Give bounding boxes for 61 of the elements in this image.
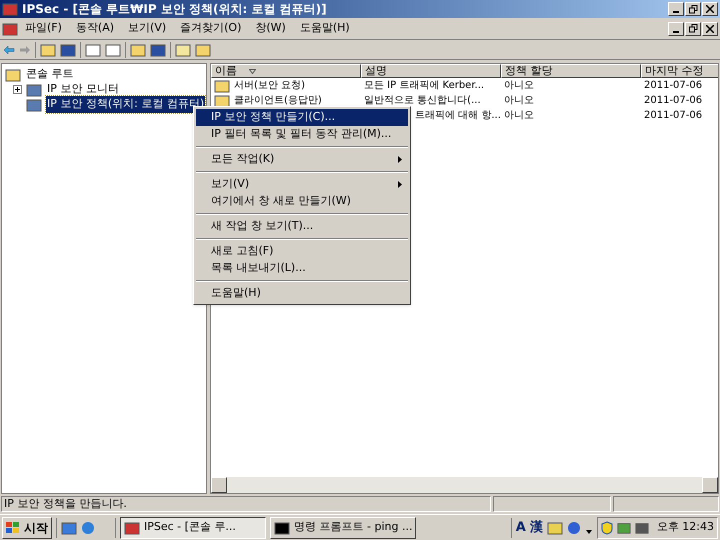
table-cell-text: 2011-07-06 <box>644 109 702 123</box>
close-icon <box>706 5 714 13</box>
ime-indicator[interactable]: A <box>516 518 526 538</box>
tree-item[interactable]: 콘솔 루트 <box>25 66 74 83</box>
minimize-icon <box>673 11 679 13</box>
taskbar-button[interactable]: IPSec - [콘솔 루... <box>120 516 266 538</box>
table-cell-text: 일반적으로 통신합니다(... <box>364 94 481 108</box>
table-cell-text: 아니오 <box>504 94 534 108</box>
horizontal-scrollbar[interactable] <box>211 477 718 493</box>
context-menu-item[interactable]: IP 보안 정책 만들기(C)... <box>196 109 408 126</box>
menu-item[interactable]: 보기(V) <box>121 20 174 37</box>
table-cell-text: 클라이언트(응답만) <box>234 94 322 108</box>
menu-item[interactable]: 도움말(H) <box>292 20 357 37</box>
window-title: IPSec - [콘솔 루트₩IP 보안 정책(위치: 로컬 컴퓨터)] <box>22 1 328 18</box>
column-header[interactable]: 마지막 수정 <box>641 64 718 78</box>
column-header[interactable]: 정책 할당 <box>501 64 641 78</box>
context-menu-item[interactable]: 새로 고침(F) <box>196 243 408 260</box>
table-cell-text: 서버(보안 요청) <box>234 79 305 93</box>
submenu-arrow-icon <box>398 181 402 188</box>
back-arrow-icon[interactable] <box>3 44 15 54</box>
ime-indicator[interactable]: 漢 <box>530 518 543 538</box>
context-menu-item[interactable]: 보기(V) <box>196 176 408 193</box>
context-menu-item[interactable]: IP 필터 목록 및 필터 동작 관리(M)... <box>196 126 408 143</box>
context-menu-item[interactable]: 도움말(H) <box>196 285 408 302</box>
close-button[interactable] <box>702 2 718 16</box>
menu-item[interactable]: 동작(A) <box>68 20 122 37</box>
start-button[interactable]: 시작 <box>2 516 52 538</box>
table-cell-text: 아니오 <box>504 109 534 123</box>
restore-button[interactable] <box>685 2 701 16</box>
sort-arrow-icon <box>249 68 256 74</box>
close-icon <box>706 24 714 32</box>
table-cell-text: 모든 IP 트래픽에 Kerber... <box>364 79 484 93</box>
restore-button[interactable] <box>685 22 701 36</box>
column-header[interactable]: 설명 <box>361 64 501 78</box>
table-cell-text: 아니오 <box>504 79 534 93</box>
table-cell-text: 2011-07-06 <box>644 94 702 108</box>
clock: 오후 12:43 <box>656 519 714 536</box>
tree-item[interactable]: IP 보안 모니터 <box>46 81 120 98</box>
minimize-button[interactable] <box>668 2 684 16</box>
minimize-button[interactable] <box>668 22 684 36</box>
status-bar: IP 보안 정책을 만듭니다. <box>1 496 491 512</box>
menu-item[interactable]: 파일(F) <box>18 20 69 37</box>
restore-icon <box>688 24 698 33</box>
windows-logo-icon <box>6 522 20 534</box>
expand-icon[interactable] <box>13 85 22 94</box>
context-menu-item[interactable]: 목록 내보내기(L)... <box>196 260 408 277</box>
context-menu-item[interactable]: 새 작업 창 보기(T)... <box>196 218 408 235</box>
table-cell-text: 트래픽에 대해 항... <box>415 109 501 123</box>
menu-item[interactable]: 창(W) <box>248 20 293 37</box>
browser-icon[interactable] <box>81 520 95 534</box>
context-menu-item[interactable]: 여기에서 창 새로 만들기(W) <box>196 193 408 210</box>
close-button[interactable] <box>702 22 718 36</box>
restore-icon <box>688 4 698 14</box>
column-header[interactable]: 이름 <box>211 64 361 78</box>
submenu-arrow-icon <box>398 156 402 163</box>
table-cell-text: 2011-07-06 <box>644 79 702 93</box>
shield-icon[interactable] <box>600 520 613 534</box>
minimize-icon <box>673 30 679 32</box>
context-menu-item[interactable]: 모든 작업(K) <box>196 151 408 168</box>
taskbar-button[interactable]: 명령 프롬프트 - ping ... <box>270 516 416 538</box>
menu-item[interactable]: 즐겨찾기(O) <box>173 20 248 37</box>
